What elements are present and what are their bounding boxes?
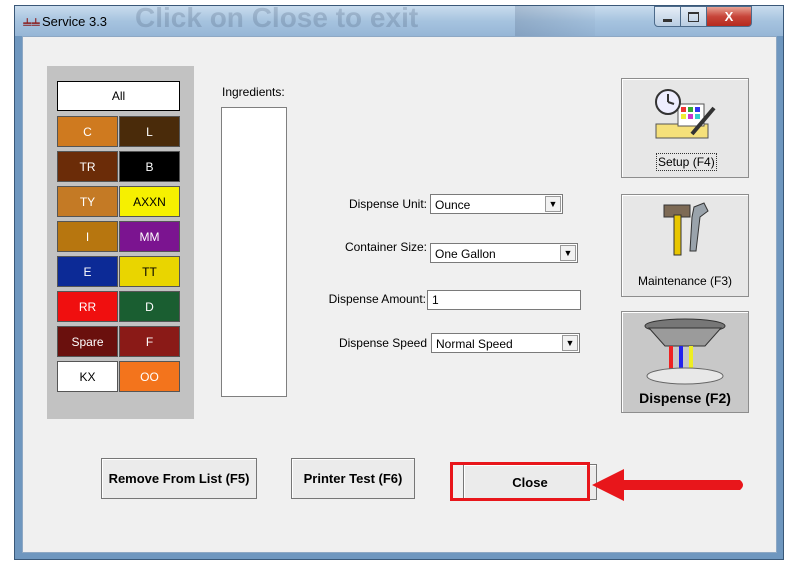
window-title: Service 3.3 <box>42 14 108 29</box>
colorant-palette: All C L TR B TY AXXN I MM E TT RR D Spare F KX OO <box>47 66 194 419</box>
palette-cell-e[interactable]: E <box>57 256 118 287</box>
palette-cell-axxn[interactable]: AXXN <box>119 186 180 217</box>
dispenser-icon <box>644 318 726 385</box>
palette-all-button[interactable]: All <box>57 81 180 111</box>
background-window-ghost: Click on Close to exit <box>135 2 419 33</box>
dispense-speed-value: Normal Speed <box>436 337 513 351</box>
title-bar[interactable]: Click on Close to exit ⫨⫨ Service 3.3 X <box>15 2 783 36</box>
setup-button[interactable]: Setup (F4) <box>621 78 749 178</box>
container-size-select[interactable]: One Gallon ▼ <box>430 243 578 263</box>
dispense-unit-select[interactable]: Ounce ▼ <box>430 194 563 214</box>
titlebar-glass-stripe <box>515 6 595 36</box>
dispense-speed-label: Dispense Speed <box>338 336 427 350</box>
ingredients-list[interactable] <box>221 107 287 397</box>
container-size-value: One Gallon <box>435 247 496 261</box>
maintenance-button[interactable]: Maintenance (F3) <box>621 194 749 297</box>
maximize-icon <box>688 11 699 22</box>
setup-clock-ruler-icon <box>655 89 716 139</box>
palette-cell-kx[interactable]: KX <box>57 361 118 392</box>
palette-cell-rr[interactable]: RR <box>57 291 118 322</box>
maintenance-button-label: Maintenance (F3) <box>637 274 733 288</box>
palette-cell-c[interactable]: C <box>57 116 118 147</box>
dispense-button-label: Dispense (F2) <box>639 390 731 406</box>
ingredients-label: Ingredients: <box>222 85 285 99</box>
palette-cell-tt[interactable]: TT <box>119 256 180 287</box>
pointing-arrow-icon <box>592 469 743 501</box>
palette-cell-f[interactable]: F <box>119 326 180 357</box>
palette-cell-l[interactable]: L <box>119 116 180 147</box>
hammer-wrench-icon <box>663 202 709 256</box>
chevron-down-icon[interactable]: ▼ <box>560 245 576 261</box>
palette-cell-ty[interactable]: TY <box>57 186 118 217</box>
minimize-button[interactable] <box>654 6 681 27</box>
close-window-button[interactable]: X <box>706 6 752 27</box>
remove-from-list-button[interactable]: Remove From List (F5) <box>101 458 257 499</box>
palette-cell-tr[interactable]: TR <box>57 151 118 182</box>
container-size-label: Container Size: <box>344 240 427 254</box>
dispense-amount-label: Dispense Amount: <box>328 292 426 306</box>
palette-cell-mm[interactable]: MM <box>119 221 180 252</box>
dispense-unit-label: Dispense Unit: <box>348 197 427 211</box>
maximize-button[interactable] <box>680 6 707 27</box>
chevron-down-icon[interactable]: ▼ <box>545 196 561 212</box>
dispense-amount-input[interactable]: 1 <box>427 290 581 310</box>
minimize-icon <box>663 19 672 22</box>
dispense-speed-select[interactable]: Normal Speed ▼ <box>431 333 580 353</box>
palette-cell-spare[interactable]: Spare <box>57 326 118 357</box>
close-highlight-box <box>450 462 590 501</box>
chevron-down-icon[interactable]: ▼ <box>562 335 578 351</box>
palette-cell-b[interactable]: B <box>119 151 180 182</box>
setup-button-label: Setup (F4) <box>656 153 717 171</box>
palette-cell-i[interactable]: I <box>57 221 118 252</box>
app-logo-icon: ⫨⫨ <box>23 13 40 30</box>
printer-test-button[interactable]: Printer Test (F6) <box>291 458 415 499</box>
dispense-unit-value: Ounce <box>435 198 471 212</box>
palette-cell-d[interactable]: D <box>119 291 180 322</box>
close-icon: X <box>724 9 734 24</box>
dispense-button[interactable]: Dispense (F2) <box>621 311 749 413</box>
palette-cell-oo[interactable]: OO <box>119 361 180 392</box>
